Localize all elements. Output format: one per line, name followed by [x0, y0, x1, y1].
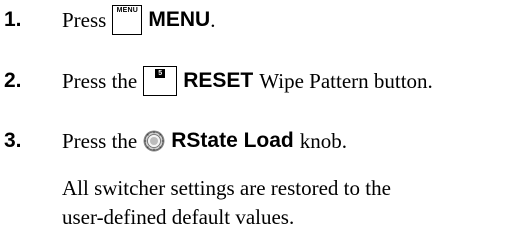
step-1-prefix: Press [62, 7, 107, 32]
knob-icon [143, 130, 165, 152]
step-3-suffix: knob. [299, 128, 348, 153]
step-1: 1. Press MENU MENU. [0, 4, 531, 36]
result-paragraph: All switcher settings are restored to th… [62, 174, 391, 232]
step-2-suffix: Wipe Pattern button. [259, 68, 433, 93]
result-line-2: user-defined default values. [62, 205, 295, 229]
reset-button-icon: 5 [143, 66, 178, 96]
rstate-load-knob-name: RState Load [171, 129, 294, 152]
result-line-1: All switcher settings are restored to th… [62, 176, 391, 200]
menu-button-name: MENU [148, 8, 211, 31]
step-1-text: Press MENU MENU. [62, 4, 215, 36]
menu-button-label: MENU [116, 7, 139, 14]
reset-button-name: RESET [183, 69, 254, 92]
step-2-number: 2. [4, 69, 22, 92]
menu-button-icon: MENU [112, 5, 143, 35]
step-1-number: 1. [4, 8, 22, 31]
step-2-prefix: Press the [62, 68, 138, 93]
step-3-number: 3. [4, 129, 22, 152]
step-3-text: Press the RState Load knob. [62, 125, 347, 157]
step-3: 3. Press the RState Load knob. [0, 125, 531, 157]
step-1-suffix: . [210, 7, 216, 32]
reset-button-tag: 5 [155, 69, 166, 78]
step-2-text: Press the 5 RESET Wipe Pattern button. [62, 65, 433, 97]
step-3-prefix: Press the [62, 128, 138, 153]
step-2: 2. Press the 5 RESET Wipe Pattern button… [0, 65, 531, 97]
